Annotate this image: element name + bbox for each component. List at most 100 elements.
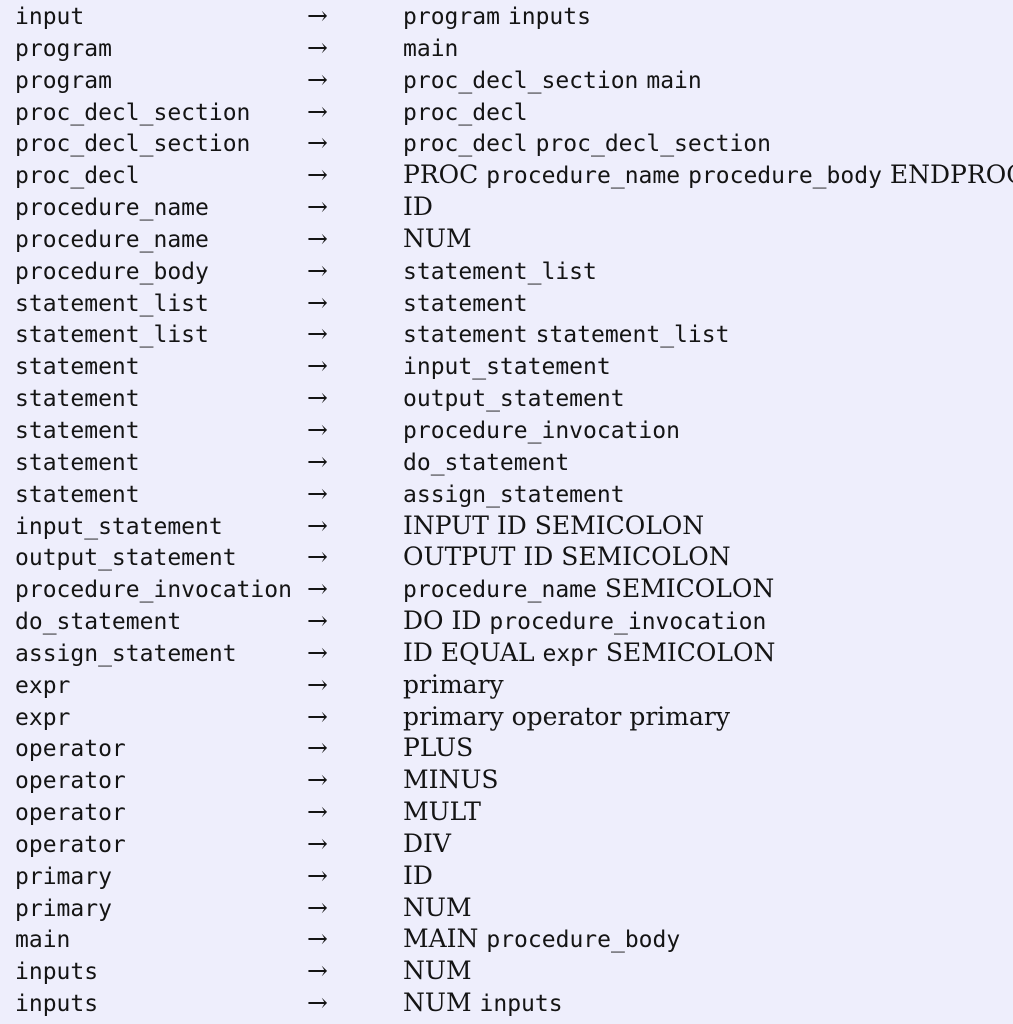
rule-rhs-expansion: MAIN procedure_body bbox=[403, 923, 1013, 958]
rhs-terminal-symbol: OUTPUT bbox=[403, 542, 516, 572]
rhs-terminal-symbol: NUM bbox=[403, 892, 472, 922]
rule-lhs-nonterminal: procedure_invocation bbox=[15, 577, 292, 604]
rhs-nonterminal-symbol: proc_decl bbox=[403, 99, 528, 126]
production-rule-row: inputs → NUM inputs bbox=[0, 987, 1013, 1019]
rule-rhs-expansion: proc_decl proc_decl_section bbox=[403, 127, 1013, 162]
token-separator bbox=[500, 1, 508, 30]
production-rule-row: assign_statement → ID EQUAL expr SEMICOLON bbox=[0, 637, 1013, 669]
token-separator bbox=[597, 574, 605, 603]
rhs-nonterminal-symbol: proc_decl_section bbox=[535, 131, 771, 158]
rule-rhs-expansion: input_statement bbox=[403, 352, 1013, 385]
production-rule-row: input_statement → INPUT ID SEMICOLON bbox=[0, 510, 1013, 542]
rule-lhs-nonterminal: statement bbox=[15, 417, 140, 444]
token-separator bbox=[489, 511, 497, 540]
production-rule-row: expr → primary bbox=[0, 669, 1013, 701]
token-separator bbox=[882, 160, 890, 189]
rhs-terminal-symbol: primary bbox=[403, 669, 504, 699]
rhs-terminal-symbol: NUM bbox=[403, 988, 472, 1018]
production-rule-row: operator → MINUS bbox=[0, 764, 1013, 796]
rule-arrow-icon: → bbox=[307, 64, 328, 94]
rhs-nonterminal-symbol: procedure_name bbox=[486, 163, 681, 190]
rhs-nonterminal-symbol: do_statement bbox=[403, 449, 570, 476]
rule-rhs-expansion: output_statement bbox=[403, 384, 1013, 417]
rule-lhs-nonterminal: statement_list bbox=[15, 290, 209, 317]
production-rule-row: expr → primary operator primary bbox=[0, 701, 1013, 733]
rhs-nonterminal-symbol: procedure_name bbox=[403, 577, 597, 604]
rhs-terminal-symbol: ID bbox=[403, 192, 433, 222]
rhs-terminal-symbol: ENDPROC bbox=[889, 160, 1013, 190]
token-separator bbox=[528, 128, 536, 157]
rhs-nonterminal-symbol: statement_list bbox=[535, 322, 730, 349]
production-rule-row: procedure_name → NUM bbox=[0, 223, 1013, 255]
rule-arrow-icon: → bbox=[307, 1, 328, 30]
rule-rhs-expansion: ID EQUAL expr SEMICOLON bbox=[403, 637, 1013, 672]
rhs-nonterminal-symbol: assign_statement bbox=[403, 481, 625, 508]
rule-arrow-icon: → bbox=[307, 606, 328, 636]
production-rule-row: output_statement → OUTPUT ID SEMICOLON bbox=[0, 541, 1013, 573]
rhs-terminal-symbol: NUM bbox=[403, 956, 472, 986]
rule-lhs-nonterminal: program bbox=[15, 35, 112, 62]
rhs-nonterminal-symbol: procedure_body bbox=[688, 163, 882, 190]
rule-arrow-icon: → bbox=[307, 797, 328, 827]
rhs-nonterminal-symbol: procedure_invocation bbox=[403, 417, 680, 444]
rhs-nonterminal-symbol: statement_list bbox=[403, 258, 597, 285]
rhs-nonterminal-symbol: output_statement bbox=[403, 386, 625, 413]
production-rule-row: procedure_body → statement_list bbox=[0, 255, 1013, 287]
rule-arrow-icon: → bbox=[307, 383, 328, 413]
rhs-terminal-symbol: MINUS bbox=[403, 765, 499, 795]
rhs-nonterminal-symbol: proc_decl bbox=[403, 131, 528, 158]
token-separator bbox=[472, 988, 480, 1017]
rule-lhs-nonterminal: operator bbox=[15, 831, 126, 858]
production-rule-row: program → proc_decl_section main bbox=[0, 64, 1013, 96]
rule-lhs-nonterminal: operator bbox=[15, 736, 126, 763]
production-rule-row: operator → DIV bbox=[0, 828, 1013, 860]
rule-lhs-nonterminal: operator bbox=[15, 800, 126, 827]
production-rule-row: main → MAIN procedure_body bbox=[0, 923, 1013, 955]
rule-arrow-icon: → bbox=[307, 701, 328, 731]
rule-rhs-expansion: PROC procedure_name procedure_body ENDPR… bbox=[403, 159, 1013, 194]
token-separator bbox=[598, 638, 606, 667]
rule-lhs-nonterminal: proc_decl_section bbox=[15, 99, 251, 126]
rule-rhs-expansion: proc_decl_section main bbox=[403, 64, 1013, 99]
rhs-terminal-symbol: NUM bbox=[403, 223, 472, 253]
rule-rhs-expansion: statement_list bbox=[403, 257, 1013, 290]
rhs-terminal-symbol: EQUAL bbox=[440, 637, 535, 667]
rule-lhs-nonterminal: operator bbox=[15, 768, 126, 795]
rule-arrow-icon: → bbox=[307, 860, 328, 890]
rule-rhs-expansion: INPUT ID SEMICOLON bbox=[403, 510, 1013, 545]
rule-arrow-icon: → bbox=[307, 478, 328, 508]
rhs-nonterminal-symbol: main bbox=[646, 67, 702, 94]
production-rule-row: do_statement → DO ID procedure_invocation bbox=[0, 605, 1013, 637]
token-separator bbox=[527, 511, 535, 540]
rule-rhs-expansion: primary operator primary bbox=[403, 701, 1013, 736]
token-separator bbox=[535, 638, 543, 667]
rule-arrow-icon: → bbox=[307, 510, 328, 540]
rule-lhs-nonterminal: expr bbox=[15, 672, 71, 699]
rule-rhs-expansion: main bbox=[403, 34, 1013, 67]
rule-lhs-nonterminal: primary bbox=[15, 895, 112, 922]
rule-lhs-nonterminal: output_statement bbox=[15, 545, 237, 572]
production-rule-row: input → program inputs bbox=[0, 0, 1013, 32]
production-rule-row: proc_decl_section → proc_decl proc_decl_se… bbox=[0, 127, 1013, 159]
rhs-terminal-symbol: MULT bbox=[403, 797, 481, 827]
token-separator bbox=[528, 319, 536, 348]
rule-rhs-expansion: DO ID procedure_invocation bbox=[403, 605, 1013, 640]
rule-lhs-nonterminal: procedure_body bbox=[15, 258, 209, 285]
rhs-terminal-symbol: primary bbox=[403, 701, 504, 731]
rule-rhs-expansion: do_statement bbox=[403, 448, 1013, 481]
rule-rhs-expansion: PLUS bbox=[403, 732, 1013, 767]
rule-arrow-icon: → bbox=[307, 128, 328, 158]
rule-arrow-icon: → bbox=[307, 669, 328, 699]
rule-lhs-nonterminal: statement bbox=[15, 354, 140, 381]
rule-arrow-icon: → bbox=[307, 192, 328, 222]
rule-arrow-icon: → bbox=[307, 414, 328, 444]
production-rule-row: primary → NUM bbox=[0, 892, 1013, 924]
rhs-terminal-symbol: primary bbox=[629, 701, 730, 731]
rhs-terminal-symbol: MAIN bbox=[403, 924, 479, 954]
token-separator bbox=[444, 606, 452, 635]
production-rule-row: program → main bbox=[0, 32, 1013, 64]
rhs-terminal-symbol: DIV bbox=[403, 828, 451, 858]
rhs-terminal-symbol: ID bbox=[403, 637, 433, 667]
rhs-terminal-symbol: ID bbox=[523, 542, 554, 572]
rhs-terminal-symbol: PLUS bbox=[403, 733, 474, 763]
